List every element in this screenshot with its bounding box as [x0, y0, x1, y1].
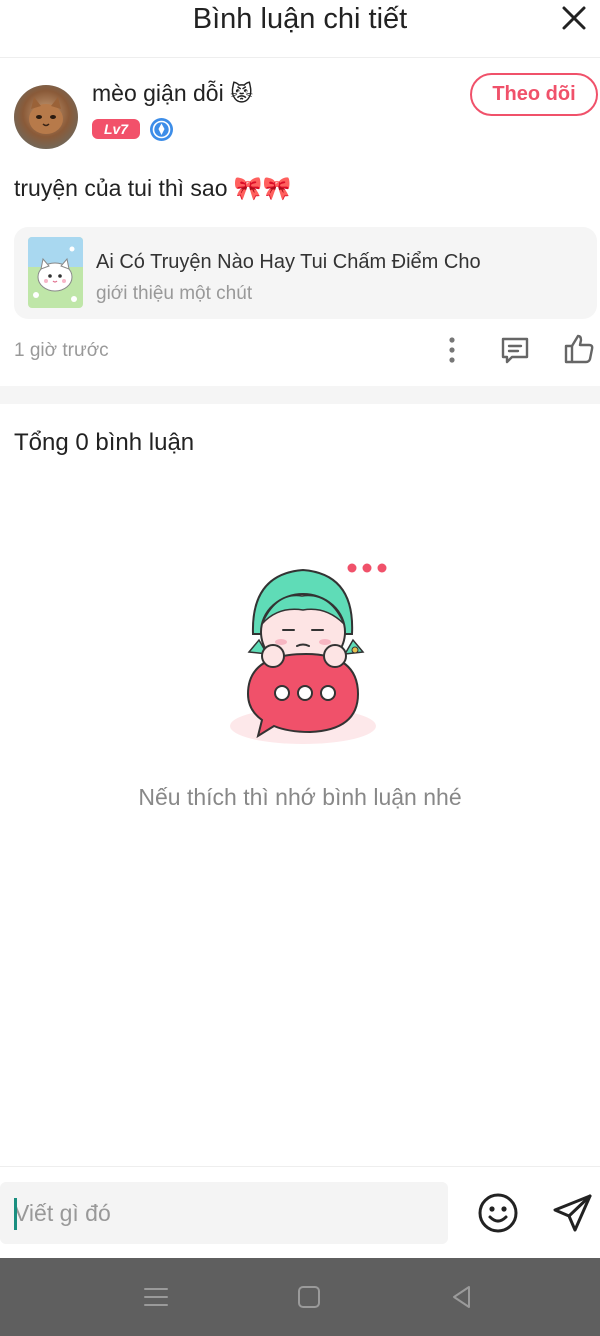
avatar[interactable] — [14, 85, 78, 149]
author-name-text: mèo giận dỗi — [92, 80, 224, 106]
empty-comments-illustration — [226, 554, 392, 750]
close-button[interactable] — [558, 2, 590, 34]
emoji-icon — [478, 1193, 518, 1233]
section-divider — [0, 386, 600, 404]
author-emoji: 😾 — [230, 81, 254, 106]
linked-story-card[interactable]: Ai Có Truyện Nào Hay Tui Chấm Điểm Cho g… — [14, 227, 597, 319]
thumbs-up-icon — [564, 334, 594, 364]
header: Bình luận chi tiết — [0, 0, 600, 58]
comment-icon — [501, 337, 529, 364]
text-cursor — [14, 1198, 17, 1230]
reply-button[interactable] — [498, 333, 532, 367]
emoji-button[interactable] — [477, 1192, 519, 1234]
more-options-button[interactable] — [440, 334, 464, 366]
story-title: Ai Có Truyện Nào Hay Tui Chấm Điểm Cho — [96, 251, 481, 273]
more-vertical-icon — [449, 337, 455, 363]
close-icon — [562, 6, 586, 30]
nav-menu-button[interactable] — [141, 1282, 171, 1312]
story-subtitle: giới thiệu một chút — [96, 283, 253, 304]
page-title: Bình luận chi tiết — [192, 3, 408, 35]
send-button[interactable] — [551, 1192, 593, 1234]
like-button[interactable] — [562, 332, 596, 366]
nav-home-button[interactable] — [294, 1282, 324, 1312]
system-nav-bar — [0, 1258, 600, 1336]
level-badge: Lv7 — [92, 119, 140, 139]
nav-back-button[interactable] — [447, 1282, 477, 1312]
home-square-icon — [298, 1286, 320, 1308]
story-thumbnail — [28, 237, 83, 308]
comment-input-bar — [0, 1166, 600, 1258]
empty-comments-message: Nếu thích thì nhớ bình luận nhé — [138, 784, 462, 810]
author-name[interactable]: mèo giận dỗi 😾 — [92, 80, 253, 107]
follow-button[interactable]: Theo dõi — [470, 73, 598, 116]
verified-badge-icon — [149, 117, 174, 142]
post-content: truyện của tui thì sao 🎀🎀 — [14, 175, 292, 201]
comment-input[interactable] — [0, 1182, 448, 1244]
comments-count: Tổng 0 bình luận — [14, 429, 195, 456]
menu-icon — [144, 1288, 168, 1306]
post-card: mèo giận dỗi 😾 Lv7 Theo dõi truyện của t… — [0, 58, 600, 386]
send-icon — [553, 1194, 592, 1232]
comments-section: Tổng 0 bình luận Nếu thích thì nhớ bình … — [0, 404, 600, 1166]
post-timestamp: 1 giờ trước — [14, 340, 109, 361]
back-triangle-icon — [453, 1286, 470, 1308]
